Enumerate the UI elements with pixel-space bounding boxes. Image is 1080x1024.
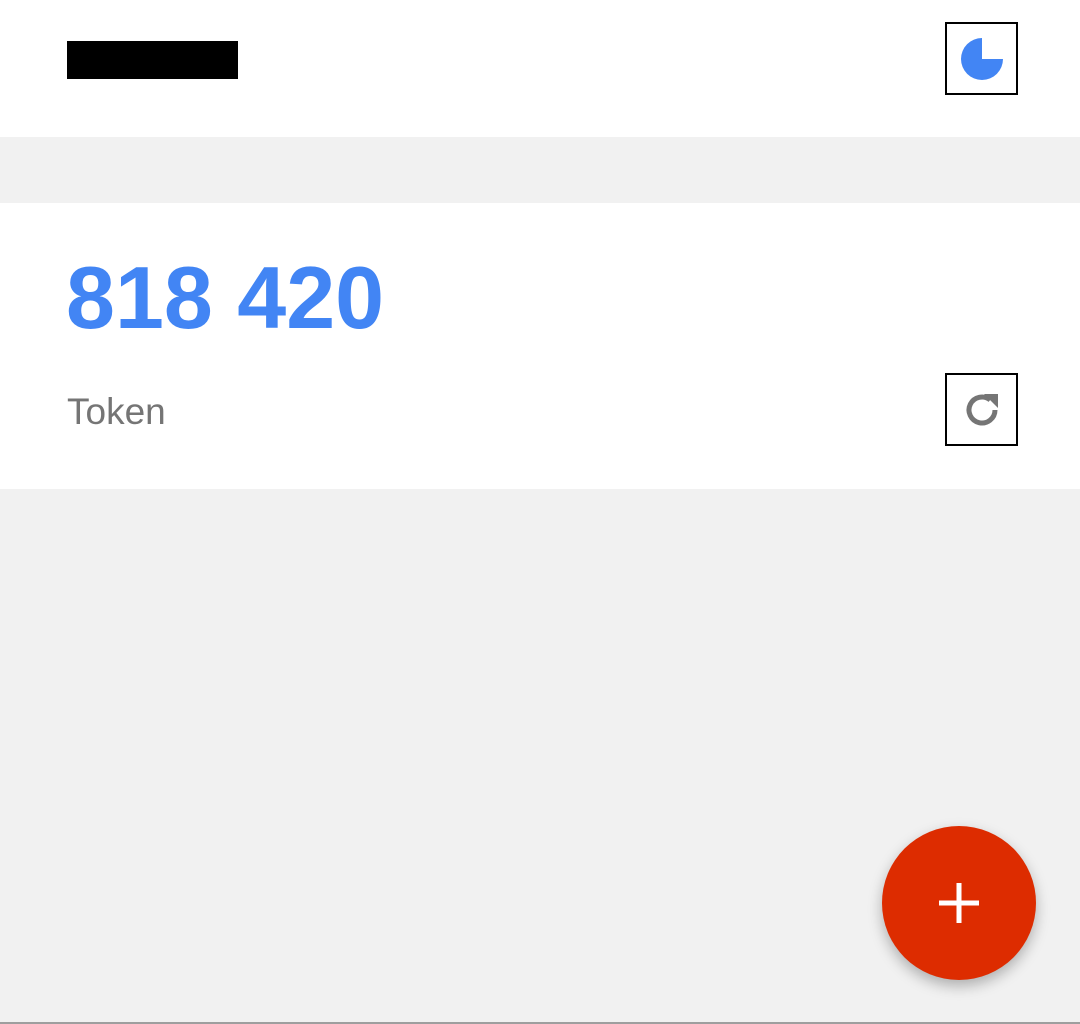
countdown-pie-icon	[960, 37, 1003, 80]
redacted-app-title	[67, 41, 238, 79]
plus-icon	[939, 883, 979, 923]
timer-button[interactable]	[945, 22, 1018, 95]
token-label: Token	[67, 391, 166, 432]
app-bar	[0, 0, 1080, 137]
refresh-button[interactable]	[945, 373, 1018, 446]
refresh-icon	[966, 393, 998, 425]
token-code: 818 420	[66, 248, 385, 347]
add-token-button[interactable]	[882, 826, 1036, 980]
